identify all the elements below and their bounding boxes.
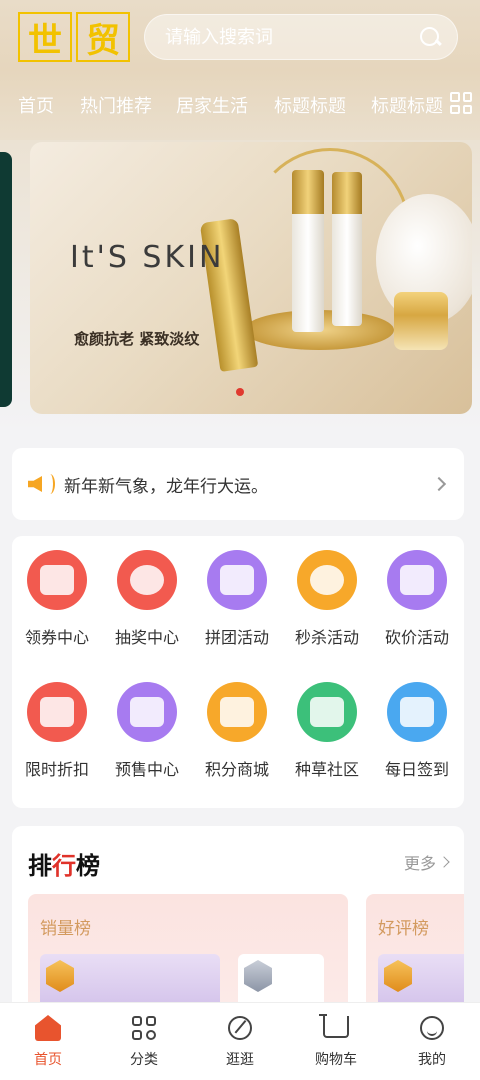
tab-title-1[interactable]: 标题标题 <box>274 92 346 118</box>
gold-medal-icon <box>384 960 412 992</box>
chevron-right-icon[interactable] <box>431 476 447 492</box>
nav-label: 我的 <box>418 1052 446 1068</box>
bottom-nav: 首页 分类 逛逛 购物车 我的 <box>0 1002 480 1080</box>
bargain-icon <box>387 550 447 610</box>
grid-item-label: 领券中心 <box>24 628 89 647</box>
tab-home[interactable]: 首页 <box>18 92 54 118</box>
carousel-indicator[interactable] <box>236 388 244 396</box>
header: 世 贸 首页 热门推荐 居家生活 标题标题 标题标题 <box>0 0 480 140</box>
search-input[interactable] <box>165 26 419 48</box>
product-bottle-cap <box>292 170 324 214</box>
grid-item-group-buy[interactable]: 拼团活动 <box>192 536 282 656</box>
rating-ranking-label: 好评榜 <box>378 919 429 939</box>
nav-stroll[interactable]: 逛逛 <box>192 1003 288 1080</box>
group-buy-icon <box>207 550 267 610</box>
chevron-right-icon <box>438 856 450 868</box>
nav-label: 分类 <box>130 1052 158 1068</box>
grid-item-label: 拼团活动 <box>204 628 269 647</box>
gift-icon <box>27 682 87 742</box>
home-icon <box>33 1013 63 1043</box>
lottery-icon <box>117 550 177 610</box>
grid-item-community[interactable]: 种草社区 <box>282 668 372 788</box>
grid-item-label: 抽奖中心 <box>114 628 179 647</box>
product-bottle-cap <box>332 172 362 214</box>
banner-brand: It'S SKIN <box>70 240 225 275</box>
grid-item-label: 每日签到 <box>384 760 449 779</box>
grid-item-label: 种草社区 <box>294 760 359 779</box>
grid-item-label: 预售中心 <box>114 760 179 779</box>
ranking-title: 排行榜 <box>28 852 100 880</box>
logo-char-2: 贸 <box>76 12 130 62</box>
all-categories-icon[interactable] <box>450 92 472 114</box>
nav-home[interactable]: 首页 <box>0 1003 96 1080</box>
grid-item-bargain[interactable]: 砍价活动 <box>372 536 462 656</box>
nav-label: 逛逛 <box>226 1052 254 1068</box>
coupon-icon <box>27 550 87 610</box>
cart-icon <box>319 1013 351 1043</box>
nav-label: 购物车 <box>315 1052 357 1068</box>
banner-prev-slide[interactable] <box>0 152 12 407</box>
grid-item-label: 秒杀活动 <box>294 628 359 647</box>
category-icon <box>129 1013 159 1043</box>
product-jar-image <box>394 292 448 350</box>
profile-icon <box>417 1013 447 1043</box>
announcement-text: 新年新气象，龙年行大运。 <box>64 476 268 497</box>
grid-item-presale[interactable]: 预售中心 <box>102 668 192 788</box>
flash-sale-icon <box>297 550 357 610</box>
grid-item-check-in[interactable]: 每日签到 <box>372 668 462 788</box>
banner-carousel[interactable]: It'S SKIN 愈颜抗老 紧致淡纹 <box>30 142 472 414</box>
community-icon <box>297 682 357 742</box>
tab-title-2[interactable]: 标题标题 <box>371 92 443 118</box>
announcement-bar[interactable]: 新年新气象，龙年行大运。 <box>12 448 464 520</box>
banner-slogan: 愈颜抗老 紧致淡纹 <box>74 330 200 348</box>
silver-medal-icon <box>244 960 272 992</box>
grid-item-coupon[interactable]: 领券中心 <box>12 536 102 656</box>
nav-category[interactable]: 分类 <box>96 1003 192 1080</box>
grid-item-label: 砍价活动 <box>384 628 449 647</box>
sales-ranking-label: 销量榜 <box>40 919 91 939</box>
grid-item-label: 积分商城 <box>204 760 269 779</box>
grid-item-points-mall[interactable]: 积分商城 <box>192 668 282 788</box>
ranking-more-link[interactable]: 更多 <box>404 850 450 874</box>
tab-hot[interactable]: 热门推荐 <box>80 92 152 118</box>
presale-icon <box>117 682 177 742</box>
feature-grid: 领券中心 抽奖中心 拼团活动 秒杀活动 砍价活动 限时折扣 预售中心 积分商城 … <box>12 536 464 808</box>
gold-medal-icon <box>46 960 74 992</box>
megaphone-icon <box>26 470 55 498</box>
tab-home-living[interactable]: 居家生活 <box>176 92 248 118</box>
nav-profile[interactable]: 我的 <box>384 1003 480 1080</box>
nav-cart[interactable]: 购物车 <box>288 1003 384 1080</box>
grid-item-lottery[interactable]: 抽奖中心 <box>102 536 192 656</box>
logo-char-1: 世 <box>18 12 72 62</box>
grid-item-flash-sale[interactable]: 秒杀活动 <box>282 536 372 656</box>
category-tabs: 首页 热门推荐 居家生活 标题标题 标题标题 <box>0 84 480 124</box>
nav-label: 首页 <box>34 1052 62 1068</box>
grid-item-discount[interactable]: 限时折扣 <box>12 668 102 788</box>
grid-item-label: 限时折扣 <box>24 760 89 779</box>
calendar-icon <box>387 682 447 742</box>
search-bar[interactable] <box>144 14 458 60</box>
stroll-icon <box>225 1013 255 1043</box>
points-icon <box>207 682 267 742</box>
app-logo[interactable]: 世 贸 <box>18 12 130 62</box>
search-icon[interactable] <box>419 26 441 48</box>
